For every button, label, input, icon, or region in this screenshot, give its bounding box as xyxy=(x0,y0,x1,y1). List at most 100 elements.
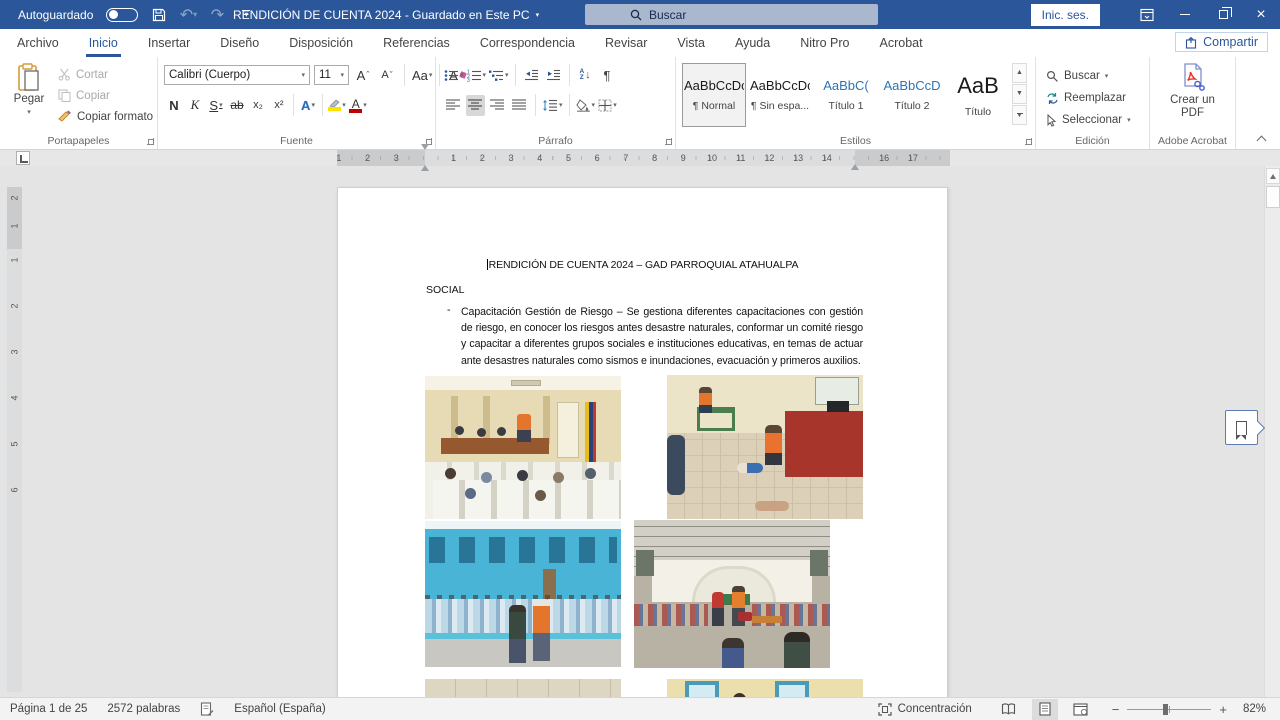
font-name-select[interactable]: Calibri (Cuerpo)▾ xyxy=(164,65,310,85)
tab-insertar[interactable]: Insertar xyxy=(133,29,205,57)
style-no-spacing[interactable]: AaBbCcDc ¶ Sin espa... xyxy=(748,63,812,127)
classroom-partial-photo[interactable] xyxy=(667,679,863,697)
strikethrough-button[interactable]: ab xyxy=(227,95,247,116)
zoom-slider-thumb[interactable] xyxy=(1163,704,1168,715)
tab-vista[interactable]: Vista xyxy=(662,29,720,57)
tab-referencias[interactable]: Referencias xyxy=(368,29,465,57)
bold-button[interactable]: N xyxy=(164,95,184,116)
shading-button[interactable]: ▾ xyxy=(576,95,596,116)
ribbon-display-options-icon[interactable] xyxy=(1128,0,1166,29)
styles-dialog-launcher[interactable] xyxy=(1025,138,1032,145)
align-right-button[interactable] xyxy=(488,95,507,116)
document-title-line[interactable]: RENDICIÓN DE CUENTA 2024 – GAD PARROQUIA… xyxy=(338,259,947,271)
proofing-status-icon[interactable] xyxy=(200,702,214,716)
paragraph-dialog-launcher[interactable] xyxy=(665,138,672,145)
styles-gallery-more[interactable]: ▼ xyxy=(1012,105,1027,125)
paste-button[interactable]: Pegar ▾ xyxy=(8,63,50,117)
paragraph-text[interactable]: Capacitación Gestión de Riesgo – Se gest… xyxy=(461,304,863,369)
tab-selector-button[interactable] xyxy=(16,151,30,165)
restore-button[interactable] xyxy=(1204,0,1242,29)
scrollbar-up-arrow[interactable] xyxy=(1266,168,1280,184)
styles-scroll-up[interactable]: ▲ xyxy=(1012,63,1027,83)
page-number-status[interactable]: Página 1 de 25 xyxy=(10,703,87,715)
save-icon[interactable] xyxy=(151,7,167,23)
web-layout-button[interactable] xyxy=(1068,699,1094,720)
style-title[interactable]: AaB Título xyxy=(946,63,1010,127)
text-highlight-button[interactable]: ▾ xyxy=(327,95,347,116)
focus-mode-button[interactable]: Concentración xyxy=(878,703,972,716)
increase-indent-button[interactable] xyxy=(544,65,563,86)
language-status[interactable]: Español (España) xyxy=(234,703,325,715)
ceiling-partial-photo[interactable] xyxy=(425,679,621,697)
create-pdf-icon xyxy=(1150,63,1235,91)
grow-font-button[interactable]: Aˆ xyxy=(353,65,373,86)
multilevel-list-button[interactable]: ▾ xyxy=(489,65,509,86)
italic-button[interactable]: K xyxy=(185,95,205,116)
change-case-button[interactable]: Aa▾ xyxy=(412,65,432,86)
sign-in-button[interactable]: Inic. ses. xyxy=(1031,4,1100,26)
word-count-status[interactable]: 2572 palabras xyxy=(107,703,180,715)
right-indent-marker[interactable] xyxy=(851,147,859,165)
tab-revisar[interactable]: Revisar xyxy=(590,29,662,57)
minimize-button[interactable] xyxy=(1166,0,1204,29)
tab-archivo[interactable]: Archivo xyxy=(2,29,74,57)
numbering-button[interactable]: 123▾ xyxy=(467,65,487,86)
cpr-training-photo[interactable] xyxy=(667,375,863,519)
align-left-button[interactable] xyxy=(444,95,463,116)
zoom-level[interactable]: 82% xyxy=(1243,703,1266,715)
style-heading-2[interactable]: AaBbCcD Título 2 xyxy=(880,63,944,127)
tab-correspondencia[interactable]: Correspondencia xyxy=(465,29,590,57)
line-spacing-button[interactable]: ▾ xyxy=(542,95,563,116)
close-button[interactable]: × xyxy=(1242,0,1280,29)
style-normal[interactable]: AaBbCcDc ¶ Normal xyxy=(682,63,746,127)
scrollbar-thumb[interactable] xyxy=(1266,186,1280,208)
list-item[interactable]: - Capacitación Gestión de Riesgo – Se ge… xyxy=(447,304,863,369)
paste-dropdown-caret[interactable]: ▾ xyxy=(27,109,31,116)
bullets-button[interactable]: ▾ xyxy=(444,65,464,86)
zoom-out-button[interactable]: − xyxy=(1112,702,1120,717)
font-size-select[interactable]: 11▾ xyxy=(314,65,349,85)
font-color-button[interactable]: A▾ xyxy=(348,95,368,116)
tab-inicio[interactable]: Inicio xyxy=(74,29,133,57)
search-input[interactable]: Buscar xyxy=(585,4,878,25)
meeting-room-photo[interactable] xyxy=(425,376,621,519)
vertical-scrollbar[interactable] xyxy=(1264,166,1280,697)
community-hall-photo[interactable] xyxy=(634,520,830,668)
share-button[interactable]: Compartir xyxy=(1175,32,1268,52)
show-paragraph-marks-button[interactable]: ¶ xyxy=(598,65,617,86)
style-heading-1[interactable]: AaBbC( Título 1 xyxy=(814,63,878,127)
replace-button[interactable]: Reemplazar xyxy=(1046,87,1131,109)
autosave-toggle[interactable] xyxy=(106,8,138,22)
subscript-button[interactable]: x₂ xyxy=(248,95,268,116)
borders-button[interactable]: ▾ xyxy=(598,95,617,116)
school-courtyard-photo[interactable] xyxy=(425,521,621,667)
select-button[interactable]: Seleccionar▾ xyxy=(1046,109,1131,131)
tab-diseno[interactable]: Diseño xyxy=(205,29,274,57)
collapse-ribbon-button[interactable] xyxy=(1258,135,1266,143)
decrease-indent-button[interactable] xyxy=(522,65,541,86)
print-layout-button[interactable] xyxy=(1032,699,1058,720)
format-painter-button[interactable]: Copiar formato xyxy=(58,106,153,127)
find-button[interactable]: Buscar▾ xyxy=(1046,65,1131,87)
text-effects-button[interactable]: A▾ xyxy=(298,95,318,116)
tab-acrobat[interactable]: Acrobat xyxy=(865,29,938,57)
hanging-indent-marker[interactable] xyxy=(421,148,429,166)
document-page[interactable]: RENDICIÓN DE CUENTA 2024 – GAD PARROQUIA… xyxy=(337,187,948,697)
undo-icon: ↶▾ xyxy=(180,7,196,23)
read-mode-button[interactable] xyxy=(996,699,1022,720)
sort-button[interactable]: AZ ↓ xyxy=(576,65,595,86)
shrink-font-button[interactable]: Aˇ xyxy=(377,65,397,86)
tab-nitro-pro[interactable]: Nitro Pro xyxy=(785,29,864,57)
align-center-button[interactable] xyxy=(466,95,485,116)
create-pdf-button[interactable]: Crear un PDF xyxy=(1150,63,1235,120)
bookmark-flag-callout[interactable] xyxy=(1225,410,1258,445)
underline-button[interactable]: S▾ xyxy=(206,95,226,116)
section-heading[interactable]: SOCIAL xyxy=(426,284,465,296)
clipboard-dialog-launcher[interactable] xyxy=(147,138,154,145)
styles-scroll-down[interactable]: ▼ xyxy=(1012,84,1027,104)
tab-ayuda[interactable]: Ayuda xyxy=(720,29,785,57)
justify-button[interactable] xyxy=(510,95,529,116)
zoom-in-button[interactable]: + xyxy=(1219,702,1227,717)
tab-disposicion[interactable]: Disposición xyxy=(274,29,368,57)
superscript-button[interactable]: x² xyxy=(269,95,289,116)
